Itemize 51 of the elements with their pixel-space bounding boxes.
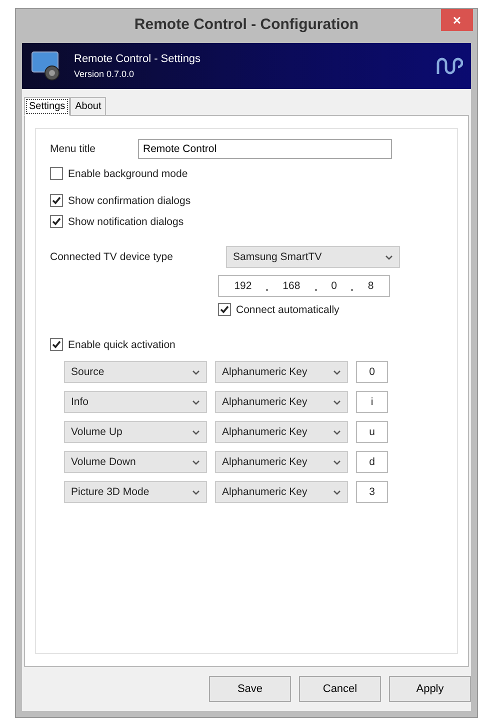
caret-icon [333,460,341,464]
window-title: Remote Control - Configuration [134,16,359,32]
caret-icon [333,490,341,494]
checkbox-label: Enable background mode [68,168,188,180]
checkbox[interactable] [50,167,63,180]
dialog-button[interactable]: Save [209,676,291,702]
key-type-dropdown[interactable]: Alphanumeric Key [215,451,348,473]
action-dropdown[interactable]: Picture 3D Mode [64,481,207,503]
checkbox[interactable] [218,303,231,316]
key-field[interactable]: i [356,391,388,413]
caret-icon [192,370,200,374]
caret-icon [333,430,341,434]
caret-icon [333,400,341,404]
caret-icon [192,490,200,494]
tab[interactable]: About [70,97,106,116]
key-field[interactable]: 3 [356,481,388,503]
action-dropdown[interactable]: Volume Up [64,421,207,443]
action-dropdown[interactable]: Source [64,361,207,383]
field-label: Menu title [50,143,97,155]
key-type-dropdown[interactable]: Alphanumeric Key [215,391,348,413]
caret-icon [333,370,341,374]
key-field[interactable]: u [356,421,388,443]
caret-icon [192,460,200,464]
version-text: Version 0.7.0.0 [74,69,136,79]
caret-icon [192,430,200,434]
caret-icon [385,254,393,260]
checkbox[interactable] [50,338,63,351]
close-button[interactable]: × [441,9,473,31]
ip-address-field[interactable]: 192 168 0 8 [218,275,390,297]
key-field[interactable]: 0 [356,361,388,383]
checkbox[interactable] [50,194,63,207]
checkbox-label: Enable quick activation [68,338,176,350]
tab[interactable]: Settings [24,97,70,116]
checkbox-label: Show notification dialogs [68,216,184,228]
key-type-dropdown[interactable]: Alphanumeric Key [215,481,348,503]
action-dropdown[interactable]: Info [64,391,207,413]
field-label: Connected TV device type [50,251,174,263]
key-field[interactable]: d [356,451,388,473]
dialog-button[interactable]: Apply [389,676,471,702]
logo-icon [435,56,463,76]
caret-icon [192,400,200,404]
device-type-dropdown[interactable]: Samsung SmartTV [226,246,400,268]
key-type-dropdown[interactable]: Alphanumeric Key [215,361,348,383]
checkbox-label: Show confirmation dialogs [68,194,191,206]
checkbox-label: Connect automatically [236,304,340,316]
key-type-dropdown[interactable]: Alphanumeric Key [215,421,348,443]
action-dropdown[interactable]: Volume Down [64,451,207,473]
dialog-button[interactable]: Cancel [299,676,381,702]
header-title: Remote Control - Settings [74,53,202,65]
menu-title-field[interactable]: Remote Control [138,139,392,159]
checkbox[interactable] [50,215,63,228]
